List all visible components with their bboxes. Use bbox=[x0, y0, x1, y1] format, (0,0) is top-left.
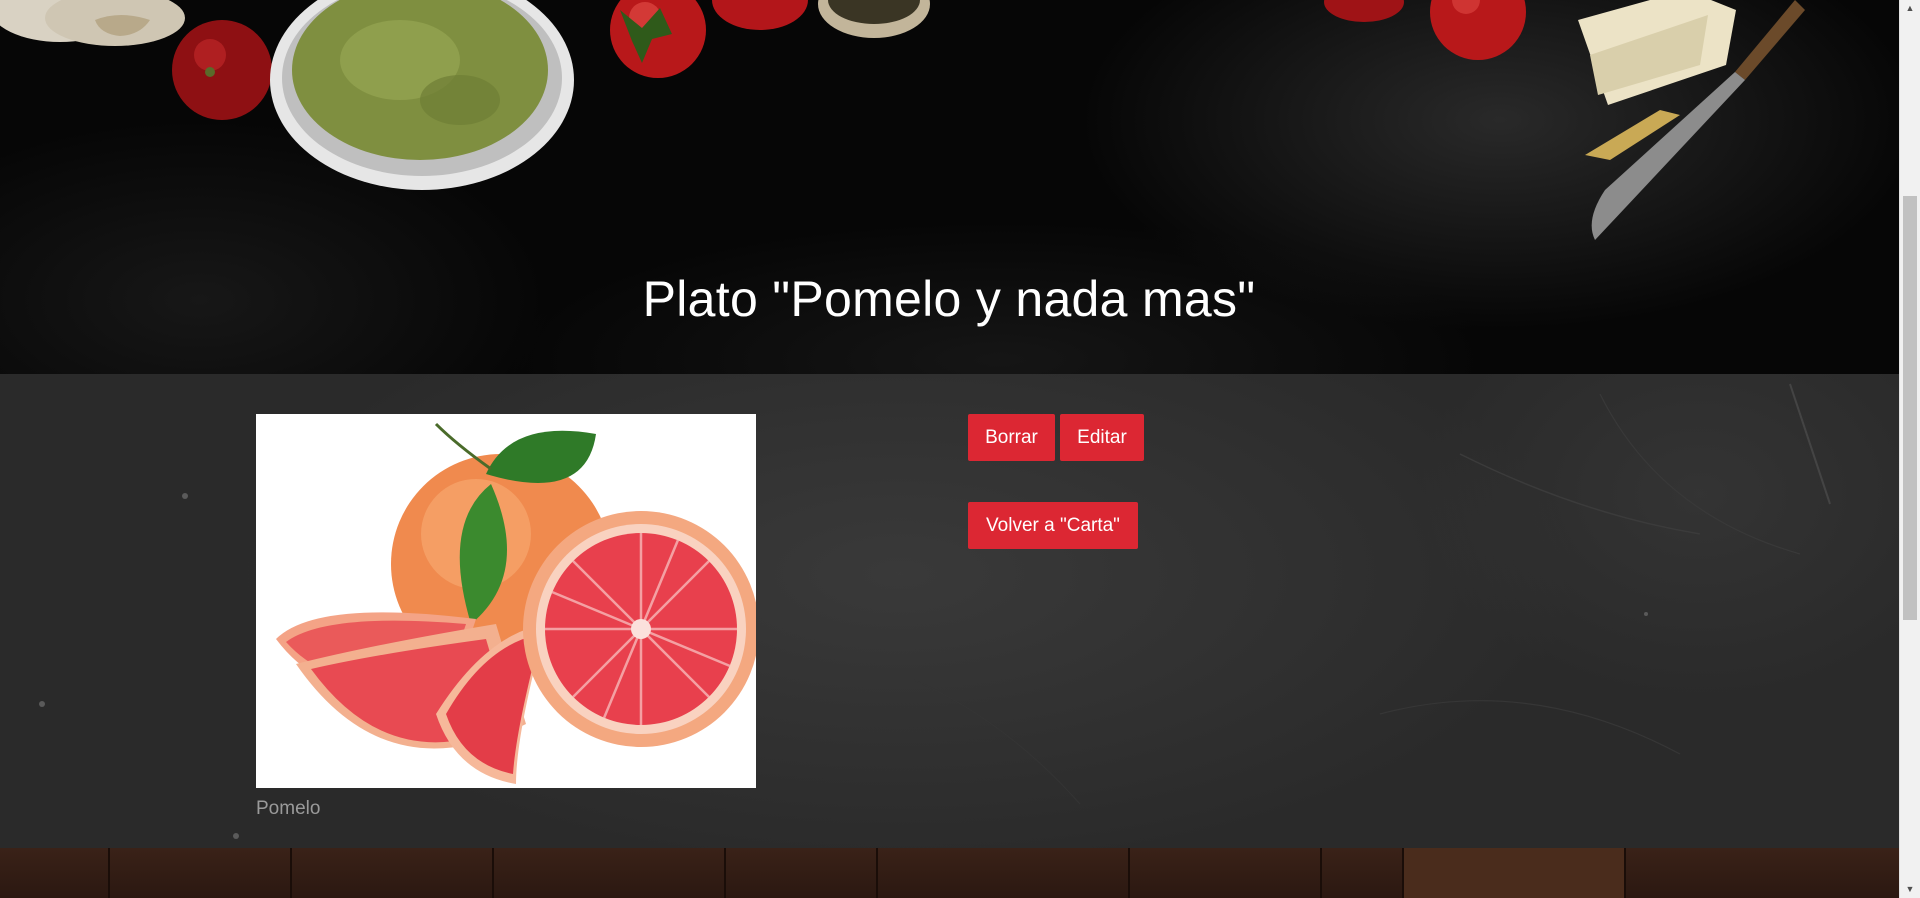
dish-detail-section: Pomelo Borrar Editar Volver a "Carta" bbox=[0, 374, 1899, 848]
page: Plato "Pomelo y nada mas" Pomelo Borrar … bbox=[0, 0, 1920, 898]
wood-plank bbox=[726, 848, 878, 898]
edit-button[interactable]: Editar bbox=[1060, 414, 1144, 461]
tomato-right-image bbox=[1324, 0, 1526, 60]
image-caption: Pomelo bbox=[256, 798, 321, 819]
pomelo-image bbox=[256, 414, 756, 788]
wood-plank bbox=[1626, 848, 1899, 898]
viewport: Plato "Pomelo y nada mas" Pomelo Borrar … bbox=[0, 0, 1899, 898]
scroll-down-icon[interactable]: ▼ bbox=[1900, 881, 1920, 898]
pesto-bowl-image bbox=[270, 0, 574, 190]
dish-figure: Pomelo bbox=[256, 414, 756, 820]
wood-plank bbox=[1130, 848, 1322, 898]
scroll-thumb[interactable] bbox=[1903, 196, 1917, 620]
delete-button[interactable]: Borrar bbox=[968, 414, 1055, 461]
tomato-left-image bbox=[172, 20, 272, 120]
back-to-menu-button[interactable]: Volver a "Carta" bbox=[968, 502, 1138, 549]
cheese-knife-image bbox=[1578, 0, 1805, 240]
scroll-up-icon[interactable]: ▲ bbox=[1900, 0, 1920, 17]
garlic-image bbox=[0, 0, 185, 46]
page-title-text: Plato "Pomelo y nada mas" bbox=[642, 270, 1256, 327]
wood-plank bbox=[494, 848, 726, 898]
wood-plank bbox=[878, 848, 1130, 898]
tomato-top-image bbox=[712, 0, 808, 30]
vertical-scrollbar[interactable]: ▲ ▼ bbox=[1899, 0, 1920, 898]
wood-plank bbox=[110, 848, 292, 898]
page-title: Plato "Pomelo y nada mas" bbox=[0, 270, 1899, 328]
hero-banner: Plato "Pomelo y nada mas" bbox=[0, 0, 1899, 374]
wood-plank bbox=[1322, 848, 1404, 898]
wood-plank bbox=[292, 848, 494, 898]
tomato-stem-image bbox=[610, 0, 706, 78]
wood-footer bbox=[0, 848, 1899, 898]
wood-plank bbox=[0, 848, 110, 898]
spice-bowl-image bbox=[818, 0, 930, 38]
wood-plank bbox=[1404, 848, 1626, 898]
